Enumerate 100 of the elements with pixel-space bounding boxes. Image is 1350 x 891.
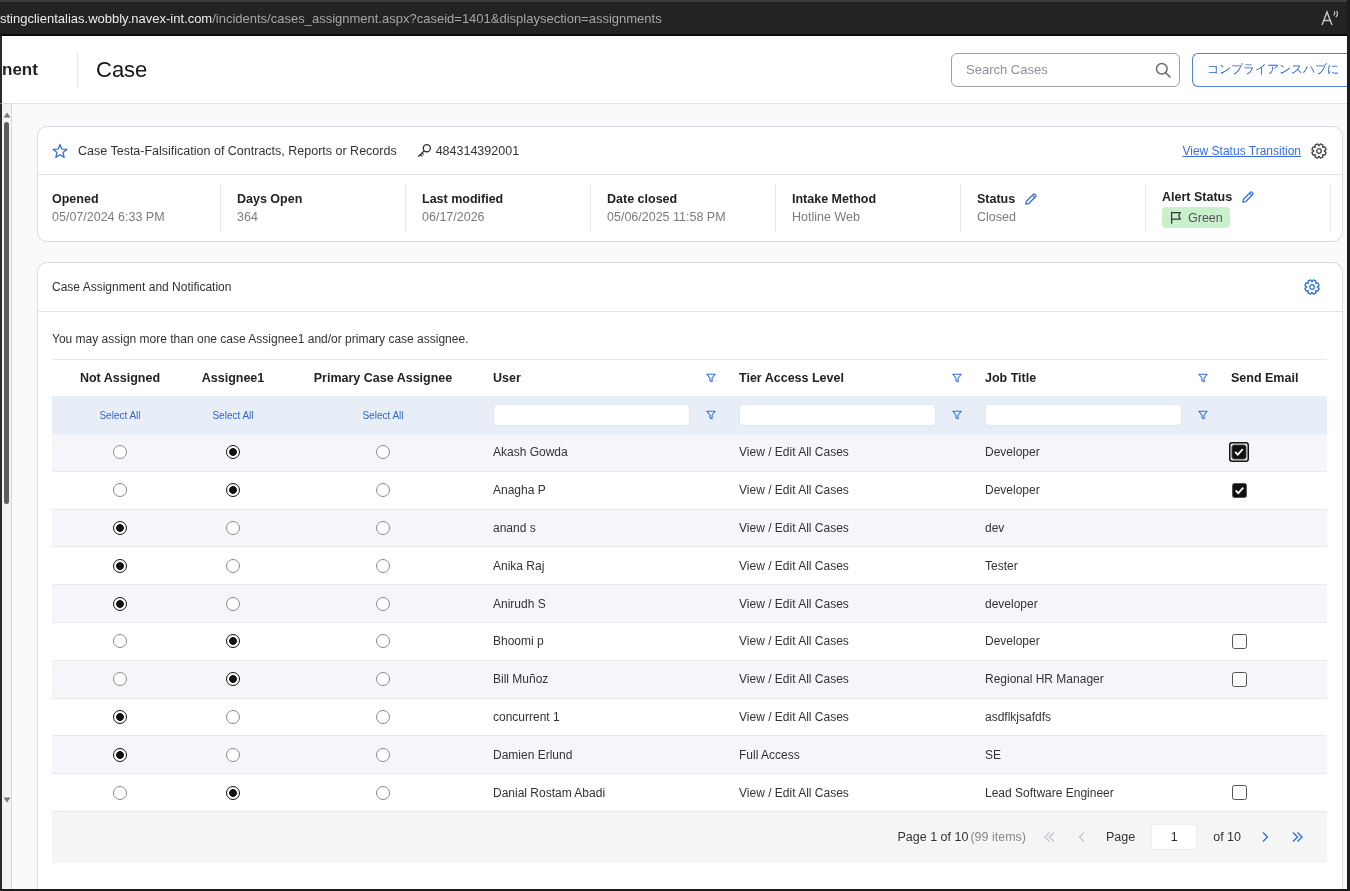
- case-number: 484314392001: [435, 143, 520, 158]
- flag-icon: [1169, 210, 1183, 225]
- checkbox[interactable]: [1232, 482, 1247, 498]
- chevron-left-icon: [1077, 831, 1087, 844]
- radio-button[interactable]: [113, 672, 127, 687]
- address-field[interactable]: stingclientalias.wobbly.navex-int.com/incidents/cases_assignment.aspx?caseid=1401&displaysection=assignments: [0, 10, 662, 26]
- scroll-up-arrow-icon[interactable]: [2, 112, 11, 118]
- radio-button[interactable]: [113, 483, 127, 498]
- compliance-hub-button[interactable]: コンプライアンスハブに: [1192, 52, 1347, 87]
- job-title: Tester: [985, 558, 1018, 573]
- user-name: anand s: [493, 521, 536, 535]
- filter-input[interactable]: [985, 404, 1182, 426]
- select-all-link[interactable]: Select All: [362, 409, 404, 421]
- scrollbar-thumb[interactable]: [4, 122, 9, 504]
- radio-button[interactable]: [376, 709, 390, 724]
- instruction-text: You may assign more than one case Assignee1 and/or primary case assignee.: [52, 331, 470, 348]
- radio-button[interactable]: [113, 445, 127, 460]
- scroll-down-arrow-icon[interactable]: [2, 797, 11, 803]
- field-value: Hotline Web: [792, 209, 860, 226]
- access-level: View / Edit All Cases: [739, 709, 849, 724]
- radio-button[interactable]: [376, 596, 390, 611]
- radio-button[interactable]: [113, 596, 127, 611]
- radio-button[interactable]: [113, 785, 127, 800]
- settings-icon[interactable]: [1304, 279, 1320, 295]
- column-header: Assignee1: [201, 371, 265, 385]
- access-level: View / Edit All Cases: [739, 672, 849, 687]
- radio-button[interactable]: [226, 747, 240, 762]
- radio-button[interactable]: [226, 445, 240, 460]
- radio-button[interactable]: [113, 709, 127, 724]
- radio-button[interactable]: [376, 747, 390, 762]
- field-label: Status: [977, 191, 1016, 208]
- page-input[interactable]: 1: [1151, 824, 1198, 851]
- filter-icon[interactable]: [1198, 373, 1208, 383]
- radio-button[interactable]: [113, 521, 127, 535]
- filter-icon[interactable]: [706, 373, 716, 383]
- radio-button[interactable]: [226, 785, 240, 800]
- filter-icon[interactable]: [952, 373, 962, 383]
- column-header: Not Assigned: [79, 371, 161, 385]
- column-header: Job Title: [985, 371, 1037, 385]
- field-label: Date closed: [607, 191, 678, 208]
- job-title: SE: [985, 747, 1001, 762]
- radio-button[interactable]: [113, 747, 127, 762]
- access-level: View / Edit All Cases: [739, 634, 849, 649]
- field-label: Intake Method: [792, 191, 877, 208]
- radio-button[interactable]: [376, 634, 390, 649]
- pencil-icon[interactable]: [1024, 192, 1039, 206]
- field-label: Days Open: [237, 191, 303, 208]
- section-title: Case Assignment and Notification: [52, 280, 232, 294]
- select-all-link[interactable]: Select All: [99, 409, 141, 421]
- user-name: Danial Rostam Abadi: [493, 785, 606, 800]
- item-count: (99 items): [970, 830, 1026, 845]
- radio-button[interactable]: [226, 521, 240, 535]
- radio-button[interactable]: [113, 558, 127, 573]
- case-title: Case Testa-Falsification of Contracts, Reports or Records: [78, 143, 397, 158]
- filter-input[interactable]: [739, 404, 936, 426]
- settings-icon[interactable]: [1311, 142, 1327, 159]
- radio-button[interactable]: [376, 558, 390, 573]
- job-title: Developer: [985, 483, 1040, 498]
- radio-button[interactable]: [113, 634, 127, 649]
- filter-icon[interactable]: [952, 410, 962, 420]
- column-header: Primary Case Assignee: [313, 371, 453, 385]
- checkbox[interactable]: [1232, 671, 1247, 687]
- job-title: Lead Software Engineer: [985, 785, 1114, 800]
- field-value: 06/17/2026: [422, 209, 485, 226]
- checkbox[interactable]: [1232, 633, 1247, 649]
- field-value: 364: [237, 209, 258, 226]
- checkbox[interactable]: [1229, 442, 1249, 463]
- status-transition-link[interactable]: View Status Transition: [1182, 143, 1301, 158]
- radio-button[interactable]: [226, 558, 240, 573]
- radio-button[interactable]: [376, 672, 390, 687]
- field-value: 05/07/2024 6:33 PM: [52, 209, 165, 226]
- radio-button[interactable]: [226, 483, 240, 498]
- pencil-icon[interactable]: [1241, 190, 1256, 204]
- field-label: Last modified: [422, 191, 504, 208]
- user-name: concurrent 1: [493, 709, 560, 724]
- radio-button[interactable]: [226, 672, 240, 687]
- search-field[interactable]: Search Cases: [951, 52, 1180, 87]
- star-icon[interactable]: [52, 142, 68, 159]
- filter-icon[interactable]: [1198, 410, 1208, 420]
- column-header: Send Email: [1231, 371, 1299, 385]
- radio-button[interactable]: [226, 634, 240, 649]
- read-aloud-icon[interactable]: [1321, 10, 1339, 26]
- user-name: Bill Muñoz: [493, 672, 549, 687]
- search-icon[interactable]: [1155, 61, 1171, 78]
- filter-icon[interactable]: [706, 410, 716, 420]
- field-label: Alert Status: [1162, 189, 1233, 206]
- radio-button[interactable]: [226, 596, 240, 611]
- radio-button[interactable]: [226, 709, 240, 724]
- radio-button[interactable]: [376, 483, 390, 498]
- job-title: asdflkjsafdfs: [985, 709, 1052, 724]
- filter-input[interactable]: [493, 404, 690, 426]
- radio-button[interactable]: [376, 521, 390, 535]
- radio-button[interactable]: [376, 785, 390, 800]
- select-all-link[interactable]: Select All: [212, 409, 254, 421]
- checkbox[interactable]: [1232, 785, 1247, 801]
- user-name: Anirudh S: [493, 596, 546, 611]
- job-title: dev: [985, 521, 1005, 535]
- scrollbar[interactable]: [0, 104, 12, 889]
- field-value: 05/06/2025 11:58 PM: [607, 209, 726, 226]
- radio-button[interactable]: [376, 445, 390, 460]
